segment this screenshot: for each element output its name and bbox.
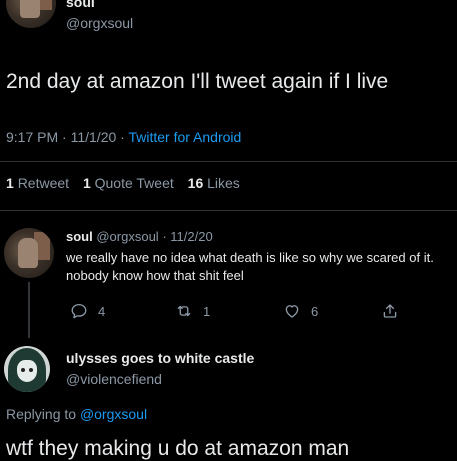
comment-icon <box>71 303 87 319</box>
tweet-stats: 1 Retweet 1 Quote Tweet 16 Likes <box>6 175 240 191</box>
divider <box>0 210 457 211</box>
reply-date[interactable]: 11/2/20 <box>170 229 212 244</box>
author-avatar[interactable] <box>6 0 56 28</box>
comment-count: 4 <box>98 303 106 319</box>
retweet-button[interactable]: 1 <box>175 302 210 320</box>
author-display-name[interactable]: soul <box>66 0 95 10</box>
avatar-figure <box>20 0 40 18</box>
avatar-face <box>17 360 37 382</box>
like-icon <box>285 305 299 318</box>
likes-stat[interactable]: 16 Likes <box>188 175 240 191</box>
retweet-icon <box>177 305 191 317</box>
quotes-label: Quote Tweet <box>94 175 174 191</box>
quotes-count: 1 <box>82 175 91 191</box>
replying-to: Replying to @orgxsoul <box>6 406 147 422</box>
tweet-source[interactable]: Twitter for Android <box>128 129 241 145</box>
avatar-eye <box>29 368 33 372</box>
reply2-avatar[interactable] <box>4 346 50 392</box>
like-count: 6 <box>311 303 319 319</box>
comment-button[interactable]: 4 <box>70 302 105 320</box>
reply2-text: wtf they making u do at amazon man <box>6 437 350 460</box>
thread-line <box>28 282 30 338</box>
reply-avatar[interactable] <box>4 228 54 278</box>
like-button[interactable]: 6 <box>283 302 318 320</box>
avatar-eye <box>21 368 25 372</box>
meta-separator: · <box>162 229 167 244</box>
quotes-stat[interactable]: 1 Quote Tweet <box>83 175 174 191</box>
tweet-text: 2nd day at amazon I'll tweet again if I … <box>6 70 389 93</box>
meta-separator: · <box>120 129 125 145</box>
replying-mention[interactable]: @orgxsoul <box>80 406 147 422</box>
avatar-figure <box>18 238 38 268</box>
retweets-stat[interactable]: 1 Retweet <box>6 175 69 191</box>
retweets-label: Retweet <box>17 175 70 191</box>
retweets-count: 1 <box>6 175 14 191</box>
likes-count: 16 <box>187 175 204 191</box>
retweet-count: 1 <box>203 303 211 319</box>
likes-label: Likes <box>207 175 240 191</box>
share-button[interactable] <box>381 302 409 320</box>
divider <box>0 161 457 162</box>
share-icon <box>383 304 397 318</box>
tweet-date[interactable]: 11/1/20 <box>71 129 117 145</box>
reply2-handle[interactable]: @violencefiend <box>66 371 162 387</box>
reply-text: we really have no idea what death is lik… <box>66 250 434 283</box>
reply-display-name[interactable]: soul <box>66 229 93 244</box>
meta-separator: · <box>62 129 67 145</box>
reply2-display-name[interactable]: ulysses goes to white castle <box>66 350 254 366</box>
replying-label: Replying to <box>6 406 77 422</box>
reply-header: soul @orgxsoul · 11/2/20 <box>66 229 213 244</box>
author-handle[interactable]: @orgxsoul <box>66 15 133 31</box>
tweet-time[interactable]: 9:17 PM <box>6 129 58 145</box>
tweet-meta: 9:17 PM · 11/1/20 · Twitter for Android <box>6 129 241 145</box>
reply-handle[interactable]: @orgxsoul <box>96 229 158 244</box>
